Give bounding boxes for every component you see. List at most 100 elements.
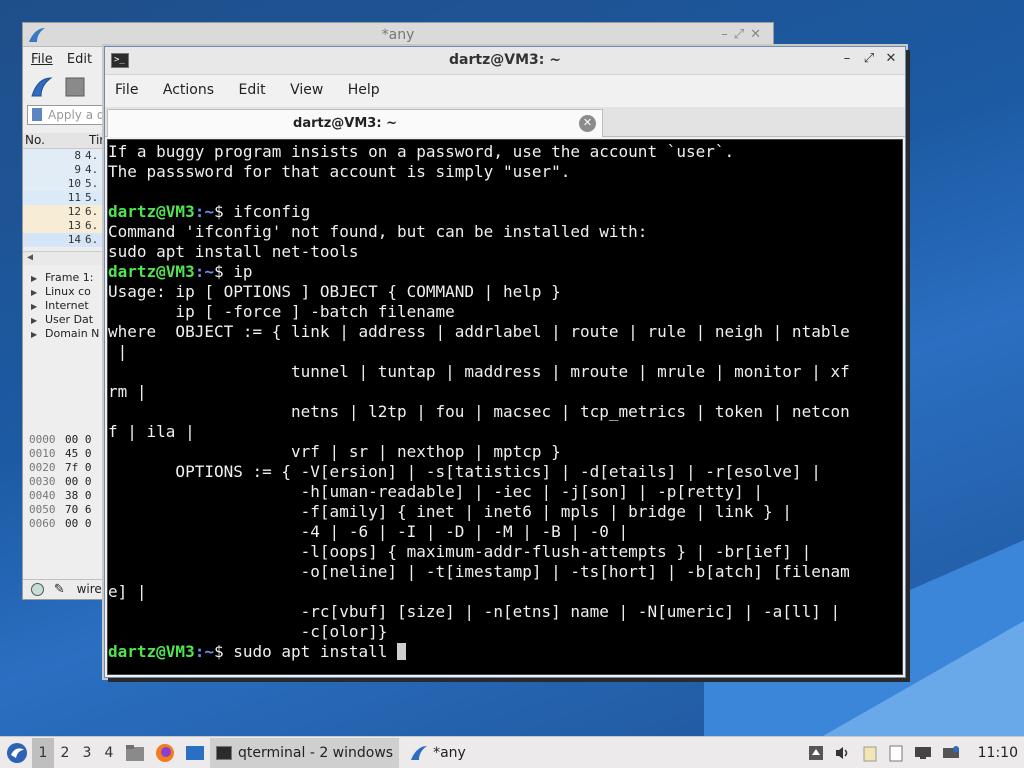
column-header-time[interactable]: Tir [89, 133, 104, 148]
desktop-switch-1[interactable]: 1 [32, 737, 54, 768]
show-desktop-icon[interactable] [184, 742, 206, 764]
wireshark-icon [411, 745, 428, 760]
terminal-titlebar[interactable]: >_ dartz@VM3: ~ – ⤢ ✕ [105, 47, 905, 75]
task-qterminal[interactable]: qterminal - 2 windows [210, 737, 400, 768]
expand-arrow-icon[interactable]: ▶ [31, 274, 45, 283]
detail-label: Linux co [45, 285, 91, 298]
terminal-output-line: sudo apt install net-tools [108, 242, 359, 261]
menu-edit[interactable]: Edit [238, 82, 265, 98]
packet-number: 10 [67, 177, 81, 190]
terminal-output-line: Command 'ifconfig' not found, but can be… [108, 222, 648, 241]
terminal-output-line: rm | [108, 382, 147, 401]
display-filter-input[interactable]: Apply a d [27, 105, 107, 125]
hex-bytes: 00 0 [65, 433, 92, 446]
network-icon[interactable] [942, 745, 960, 761]
terminal-output[interactable]: If a buggy program insists on a password… [107, 139, 903, 675]
hex-offset: 0050 [29, 503, 56, 516]
wireshark-window-buttons[interactable]: –⤢✕ [721, 27, 767, 42]
terminal-tabbar: dartz@VM3: ~ ✕ [105, 107, 905, 137]
hex-bytes: 70 6 [65, 503, 92, 516]
packet-time: 4. [85, 149, 99, 162]
command-text: ifconfig [233, 202, 311, 221]
edit-comment-icon[interactable]: ✎ [54, 582, 65, 597]
terminal-output-line: The passsword for that account is simply… [108, 162, 571, 181]
packet-number: 14 [67, 233, 81, 246]
desktop-switch-3[interactable]: 3 [76, 745, 98, 761]
start-capture-fin-icon[interactable] [29, 75, 53, 99]
packet-time: 6. [85, 233, 99, 246]
bookmark-icon[interactable] [32, 108, 42, 121]
wireshark-title: *any [381, 27, 415, 43]
wireshark-menu-edit[interactable]: Edit [67, 52, 92, 67]
maximize-button[interactable]: ⤢ [861, 51, 877, 69]
text-cursor [397, 643, 406, 660]
detail-label: Domain N [45, 327, 100, 340]
expand-arrow-icon[interactable]: ▶ [31, 330, 45, 339]
eject-icon[interactable] [808, 745, 824, 761]
packet-time: 5. [85, 177, 99, 190]
prompt-symbol: $ [213, 642, 234, 661]
close-tab-icon[interactable]: ✕ [579, 115, 596, 132]
prompt-symbol: $ [213, 202, 234, 221]
expand-arrow-icon[interactable]: ▶ [31, 316, 45, 325]
packet-time: 4. [85, 163, 99, 176]
menu-help[interactable]: Help [348, 82, 380, 98]
expand-arrow-icon[interactable]: ▶ [31, 302, 45, 311]
terminal-output-line: -4 | -6 | -I | -D | -M | -B | -0 | [108, 522, 629, 541]
task-label: *any [433, 744, 466, 761]
terminal-title: dartz@VM3: ~ [449, 52, 561, 68]
detail-label: User Dat [45, 313, 94, 326]
display-icon[interactable] [914, 745, 932, 761]
terminal-menubar: File Actions Edit View Help [105, 75, 905, 107]
firefox-icon[interactable] [154, 742, 176, 764]
hex-offset: 0020 [29, 461, 56, 474]
task-wireshark[interactable]: *any [403, 738, 472, 768]
wireshark-titlebar[interactable]: *any –⤢✕ [23, 23, 773, 47]
terminal-output-line [108, 182, 902, 202]
prompt-path: :~ [194, 262, 214, 281]
terminal-icon [216, 745, 232, 760]
terminal-output-line: -l[oops] { maximum-addr-flush-attempts }… [108, 542, 812, 561]
hex-offset: 0010 [29, 447, 56, 460]
clipboard-icon[interactable] [862, 744, 878, 762]
terminal-output-line: f | ila | [108, 422, 195, 441]
stop-capture-icon[interactable] [63, 75, 87, 99]
terminal-output-line: If a buggy program insists on a password… [108, 142, 735, 161]
capture-status-icon[interactable] [31, 583, 44, 596]
packet-number: 11 [67, 191, 81, 204]
terminal-window[interactable]: >_ dartz@VM3: ~ – ⤢ ✕ File Actions Edit … [104, 46, 906, 678]
taskbar: 1 2 3 4 qterminal - 2 windows *any 11:10 [0, 736, 1024, 768]
display-filter-placeholder: Apply a d [48, 108, 105, 122]
minimize-button[interactable]: – [839, 51, 855, 69]
status-text: wire [76, 582, 102, 596]
packet-time: 6. [85, 219, 99, 232]
clock[interactable]: 11:10 [978, 745, 1018, 761]
hex-offset: 0060 [29, 517, 56, 530]
packet-time: 5. [85, 191, 99, 204]
file-manager-icon[interactable] [124, 742, 146, 764]
volume-icon[interactable] [834, 745, 852, 761]
terminal-output-line: vrf | sr | nexthop | mptcp } [108, 442, 561, 461]
menu-file[interactable]: File [115, 82, 138, 98]
terminal-tab-label: dartz@VM3: ~ [293, 116, 397, 131]
command-text: sudo apt install [233, 642, 397, 661]
menu-actions[interactable]: Actions [163, 82, 214, 98]
prompt-user: dartz@VM3 [108, 202, 195, 221]
menu-view[interactable]: View [290, 82, 323, 98]
terminal-tab[interactable]: dartz@VM3: ~ ✕ [107, 109, 603, 137]
command-text: ip [233, 262, 253, 281]
close-button[interactable]: ✕ [883, 51, 899, 69]
detail-label: Frame 1: [45, 271, 94, 284]
start-menu-icon[interactable] [2, 738, 32, 768]
desktop-switch-4[interactable]: 4 [98, 745, 120, 761]
notes-icon[interactable] [888, 744, 904, 762]
expand-arrow-icon[interactable]: ▶ [31, 288, 45, 297]
desktop-switch-2[interactable]: 2 [54, 745, 76, 761]
prompt-path: :~ [194, 642, 214, 661]
wireshark-menu-file[interactable]: File [31, 52, 53, 67]
hex-bytes: 45 0 [65, 447, 92, 460]
terminal-output-line: -c[olor]} [108, 622, 388, 641]
prompt-user: dartz@VM3 [108, 262, 195, 281]
system-tray: 11:10 [808, 744, 1024, 762]
column-header-no[interactable]: No. [25, 133, 89, 148]
